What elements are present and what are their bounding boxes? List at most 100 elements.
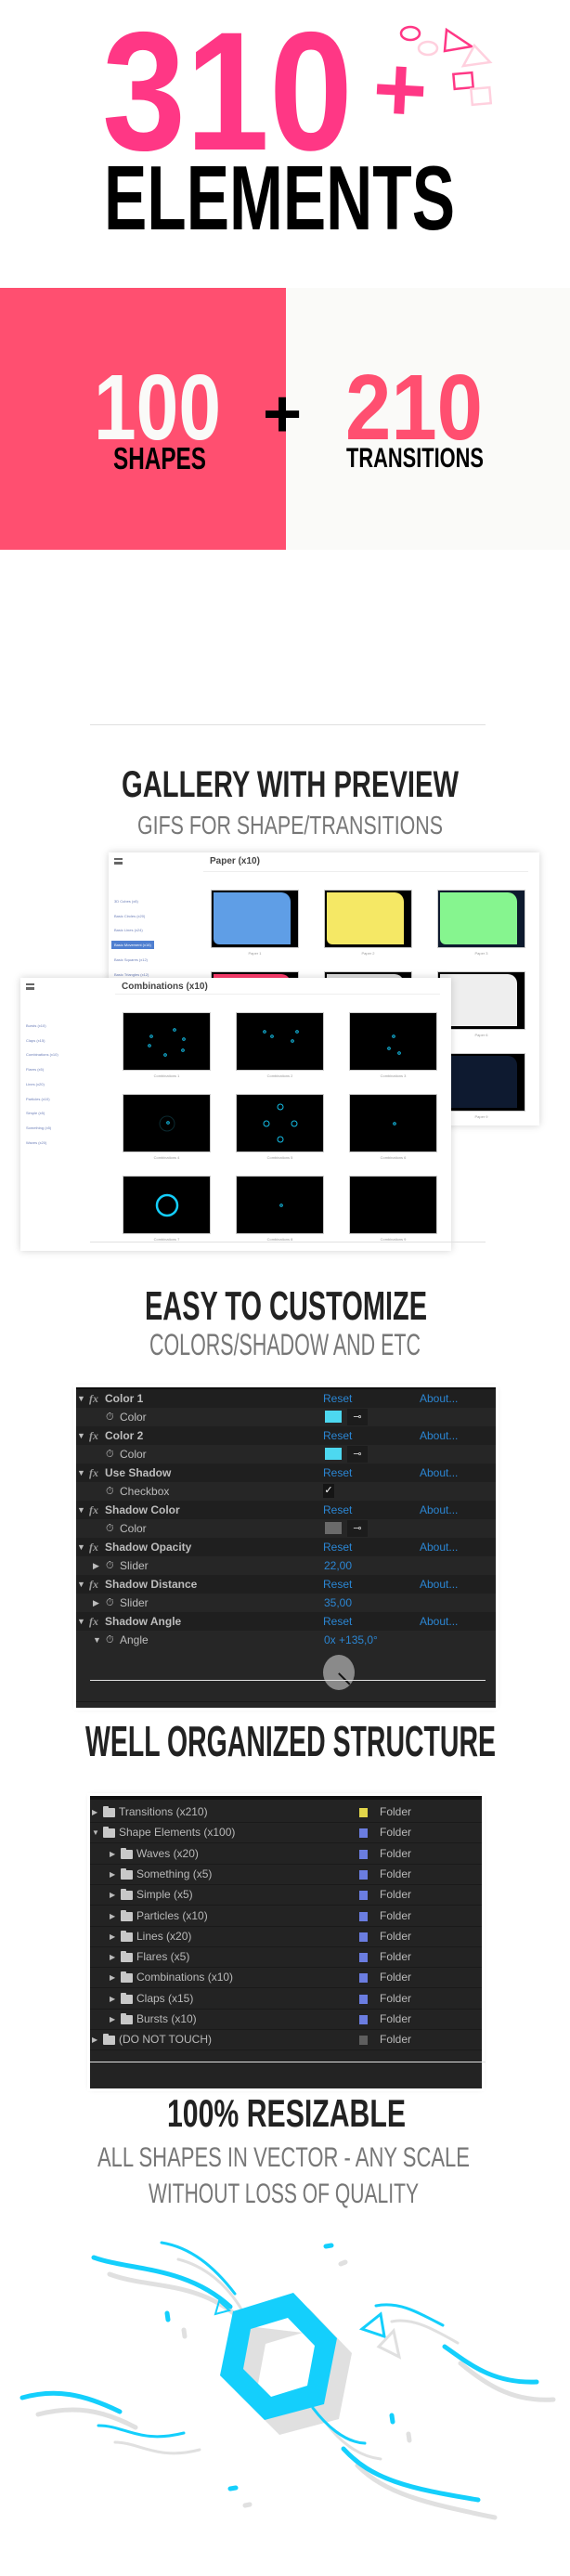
folder-row[interactable]: ▼ Shape Elements (x100) Folder <box>90 1823 482 1844</box>
stopwatch-icon[interactable]: ⏱ <box>106 1556 114 1575</box>
expand-arrow-icon[interactable]: ▶ <box>92 2030 97 2049</box>
expand-arrow-icon[interactable]: ▶ <box>110 1927 115 1946</box>
effect-header[interactable]: ▼ fx Shadow Color Reset About... <box>76 1501 496 1519</box>
label-color-swatch[interactable] <box>359 1869 368 1880</box>
expand-arrow-icon[interactable]: ▼ <box>77 1538 85 1556</box>
color-swatch[interactable] <box>325 1522 342 1534</box>
gallery-thumbnail[interactable] <box>236 1012 324 1071</box>
folder-row[interactable]: ▶ Simple (x5) Folder <box>90 1885 482 1906</box>
parameter-value[interactable]: 22,00 <box>324 1556 352 1575</box>
folder-row[interactable]: ▶ Transitions (x210) Folder <box>90 1802 482 1823</box>
expand-arrow-icon[interactable]: ▼ <box>77 1501 85 1519</box>
hamburger-menu-icon[interactable] <box>114 858 123 865</box>
gallery-thumbnail[interactable] <box>236 1176 324 1234</box>
color-swatch[interactable] <box>325 1448 342 1460</box>
stopwatch-icon[interactable]: ⏱ <box>106 1631 114 1649</box>
expand-arrow-icon[interactable]: ▼ <box>92 1823 99 1842</box>
about-link[interactable]: About... <box>420 1612 458 1631</box>
sidebar-item[interactable]: 3D Cubes (x8) <box>111 897 141 905</box>
gallery-thumbnail[interactable] <box>324 890 412 948</box>
color-swatch[interactable] <box>325 1411 342 1423</box>
folder-row[interactable]: ▶ Particles (x10) Folder <box>90 1906 482 1927</box>
gallery-thumbnail[interactable] <box>349 1176 437 1234</box>
label-color-swatch[interactable] <box>359 1849 368 1859</box>
reset-link[interactable]: Reset <box>323 1538 352 1556</box>
expand-arrow-icon[interactable]: ▼ <box>77 1575 85 1594</box>
label-color-swatch[interactable] <box>359 1828 368 1839</box>
sidebar-item[interactable]: Lines (x20) <box>23 1080 47 1088</box>
expand-arrow-icon[interactable]: ▼ <box>77 1464 85 1482</box>
about-link[interactable]: About... <box>420 1389 458 1408</box>
gallery-thumbnail[interactable] <box>437 890 525 948</box>
folder-row[interactable]: ▶ Lines (x20) Folder <box>90 1927 482 1947</box>
label-color-swatch[interactable] <box>359 2015 368 2024</box>
gallery-thumbnail[interactable] <box>123 1176 211 1234</box>
expand-arrow-icon[interactable]: ▶ <box>110 1885 115 1905</box>
sidebar-item[interactable]: Particles (x10) <box>23 1095 53 1103</box>
expand-arrow-icon[interactable]: ▶ <box>93 1594 99 1612</box>
reset-link[interactable]: Reset <box>323 1575 352 1594</box>
eyedropper-icon[interactable]: ⊸ <box>347 1520 368 1537</box>
stopwatch-icon[interactable]: ⏱ <box>106 1445 114 1464</box>
sidebar-item[interactable]: Simple (x5) <box>23 1109 47 1117</box>
label-color-swatch[interactable] <box>359 1891 368 1901</box>
hamburger-menu-icon[interactable] <box>26 983 34 990</box>
expand-arrow-icon[interactable]: ▼ <box>77 1426 85 1445</box>
effect-header[interactable]: ▼ fx Shadow Distance Reset About... <box>76 1575 496 1594</box>
about-link[interactable]: About... <box>420 1464 458 1482</box>
sidebar-item[interactable]: Basic Circles (x20) <box>111 912 148 920</box>
about-link[interactable]: About... <box>420 1426 458 1445</box>
sidebar-item[interactable]: Basic Movement (x16) <box>111 941 154 950</box>
reset-link[interactable]: Reset <box>323 1426 352 1445</box>
sidebar-item[interactable]: Flares (x5) <box>23 1065 46 1073</box>
expand-arrow-icon[interactable]: ▼ <box>93 1631 101 1649</box>
label-color-swatch[interactable] <box>359 1994 368 2004</box>
expand-arrow-icon[interactable]: ▶ <box>110 2010 115 2029</box>
expand-arrow-icon[interactable]: ▶ <box>110 1906 115 1926</box>
sidebar-item[interactable]: Waves (x20) <box>23 1138 49 1147</box>
parameter-value[interactable]: 0x +135,0° <box>324 1631 378 1649</box>
about-link[interactable]: About... <box>420 1501 458 1519</box>
parameter-value[interactable]: 35,00 <box>324 1594 352 1612</box>
expand-arrow-icon[interactable]: ▶ <box>92 1802 97 1822</box>
effect-header[interactable]: ▼ fx Shadow Angle Reset About... <box>76 1612 496 1631</box>
gallery-thumbnail[interactable] <box>236 1094 324 1152</box>
stopwatch-icon[interactable]: ⏱ <box>106 1519 114 1538</box>
folder-row[interactable]: ▶ Bursts (x10) Folder <box>90 2010 482 2030</box>
expand-arrow-icon[interactable]: ▶ <box>110 1968 115 1987</box>
checkbox[interactable]: ✓ <box>323 1484 334 1498</box>
eyedropper-icon[interactable]: ⊸ <box>347 1409 368 1425</box>
effect-header[interactable]: ▼ fx Use Shadow Reset About... <box>76 1464 496 1482</box>
reset-link[interactable]: Reset <box>323 1501 352 1519</box>
label-color-swatch[interactable] <box>359 1911 368 1921</box>
stopwatch-icon[interactable]: ⏱ <box>106 1408 114 1426</box>
folder-row[interactable]: ▶ Claps (x15) Folder <box>90 1989 482 2010</box>
expand-arrow-icon[interactable]: ▶ <box>110 1865 115 1884</box>
label-color-swatch[interactable] <box>359 1808 368 1817</box>
sidebar-item[interactable]: Combinations (x10) <box>23 1050 61 1059</box>
label-color-swatch[interactable] <box>359 1932 368 1942</box>
sidebar-item[interactable]: Bursts (x10) <box>23 1021 49 1030</box>
angle-dial[interactable] <box>323 1655 355 1690</box>
eyedropper-icon[interactable]: ⊸ <box>347 1446 368 1463</box>
folder-row[interactable]: ▶ Something (x5) Folder <box>90 1865 482 1885</box>
gallery-thumbnail[interactable] <box>123 1094 211 1152</box>
reset-link[interactable]: Reset <box>323 1464 352 1482</box>
effect-header[interactable]: ▼ fx Shadow Opacity Reset About... <box>76 1538 496 1556</box>
folder-row[interactable]: ▶ Combinations (x10) Folder <box>90 1968 482 1989</box>
reset-link[interactable]: Reset <box>323 1612 352 1631</box>
expand-arrow-icon[interactable]: ▶ <box>110 1989 115 2009</box>
reset-link[interactable]: Reset <box>323 1389 352 1408</box>
about-link[interactable]: About... <box>420 1575 458 1594</box>
stopwatch-icon[interactable]: ⏱ <box>106 1594 114 1612</box>
gallery-thumbnail[interactable] <box>211 890 299 948</box>
about-link[interactable]: About... <box>420 1538 458 1556</box>
sidebar-item[interactable]: Basic Lines (x24) <box>111 926 146 934</box>
label-color-swatch[interactable] <box>359 1953 368 1963</box>
expand-arrow-icon[interactable]: ▶ <box>110 1844 115 1864</box>
expand-arrow-icon[interactable]: ▼ <box>77 1612 85 1631</box>
folder-row[interactable]: ▶ Flares (x5) Folder <box>90 1947 482 1969</box>
sidebar-item[interactable]: Basic Squares (x12) <box>111 956 150 964</box>
gallery-thumbnail[interactable] <box>349 1012 437 1071</box>
gallery-thumbnail[interactable] <box>123 1012 211 1071</box>
